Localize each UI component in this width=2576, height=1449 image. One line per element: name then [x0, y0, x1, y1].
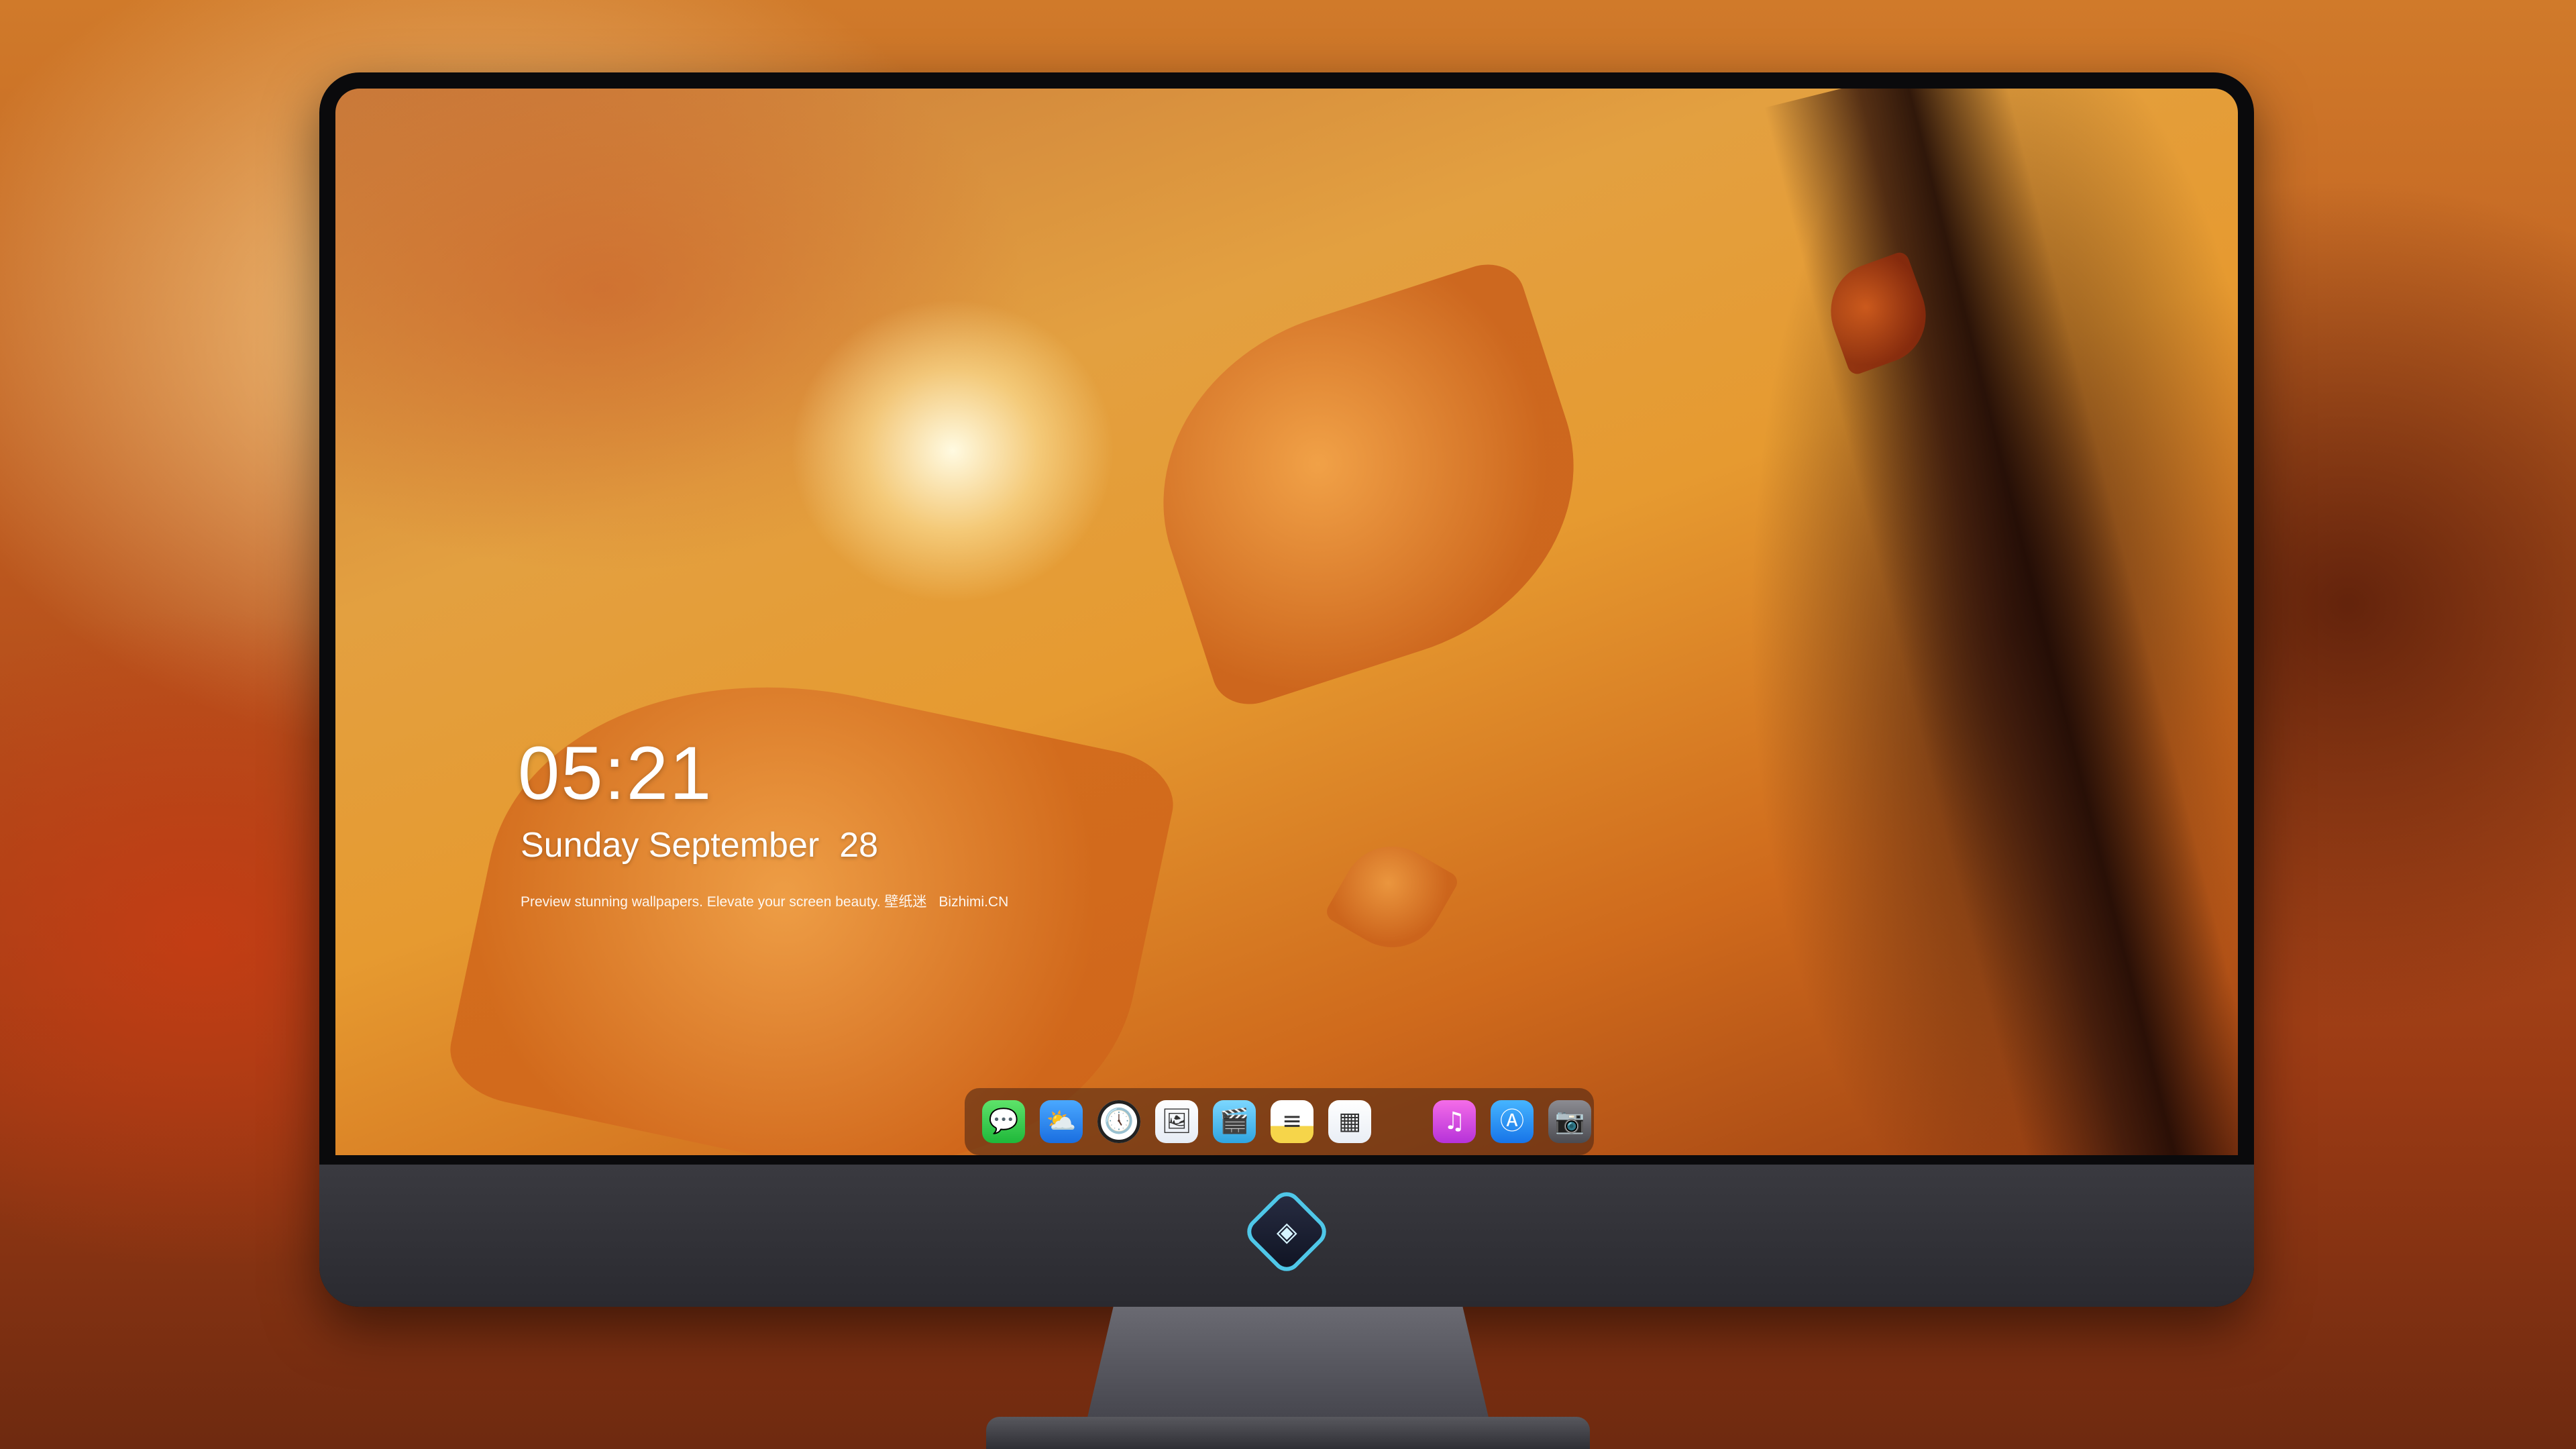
- monitor-stand-base: [986, 1417, 1590, 1449]
- dock-item-notes[interactable]: ≡: [1271, 1100, 1313, 1143]
- dock-item-photos[interactable]: ▦: [1328, 1100, 1371, 1143]
- lock-clock: 05:21: [518, 731, 713, 815]
- dock-item-preview[interactable]: 🖼: [1155, 1100, 1198, 1143]
- logo-glyph: ◈: [1276, 1216, 1297, 1247]
- preview-icon: 🖼: [1161, 1108, 1192, 1135]
- maple-leaf: [1116, 254, 1621, 715]
- dock-item-messages[interactable]: 💬: [982, 1100, 1025, 1143]
- dock-item-clock[interactable]: 🕔: [1097, 1100, 1140, 1143]
- camera-icon: 📷: [1554, 1108, 1585, 1135]
- notes-icon: ≡: [1281, 1108, 1303, 1135]
- maple-leaf: [1323, 828, 1461, 966]
- brand-link[interactable]: Bizhimi.CN: [938, 894, 1008, 910]
- tagline-text: Preview stunning wallpapers. Elevate you…: [521, 894, 927, 910]
- dock-item-music[interactable]: ♫: [1433, 1100, 1476, 1143]
- music-note-icon: ♫: [1443, 1108, 1466, 1135]
- cloud-sun-icon: ⛅: [1046, 1108, 1077, 1135]
- app-store-icon: Ⓐ: [1499, 1108, 1524, 1135]
- clapperboard-icon: 🎬: [1219, 1108, 1250, 1135]
- date-weekday-month: Sunday September: [521, 826, 820, 865]
- lock-date: Sunday September 28: [521, 825, 878, 865]
- speech-bubble-icon: 💬: [988, 1108, 1019, 1135]
- dock-item-weather[interactable]: ⛅: [1040, 1100, 1083, 1143]
- dock: 💬 ⛅ 🕔 🖼 🎬 ≡ ▦ ♫ Ⓐ 📷: [965, 1088, 1594, 1155]
- dock-item-clips[interactable]: 🎬: [1213, 1100, 1256, 1143]
- tree-trunk: [1764, 89, 2238, 1155]
- dock-item-app-store[interactable]: Ⓐ: [1491, 1100, 1534, 1143]
- monitor: 05:21 Sunday September 28 Preview stunnin…: [319, 72, 2254, 1307]
- date-day: 28: [839, 826, 879, 865]
- lock-screen: 05:21 Sunday September 28 Preview stunnin…: [335, 89, 2238, 1155]
- photos-icon: ▦: [1338, 1108, 1361, 1135]
- dock-item-camera[interactable]: 📷: [1548, 1100, 1591, 1143]
- clock-icon: 🕔: [1104, 1108, 1134, 1135]
- wallpaper-tagline: Preview stunning wallpapers. Elevate you…: [521, 891, 1008, 911]
